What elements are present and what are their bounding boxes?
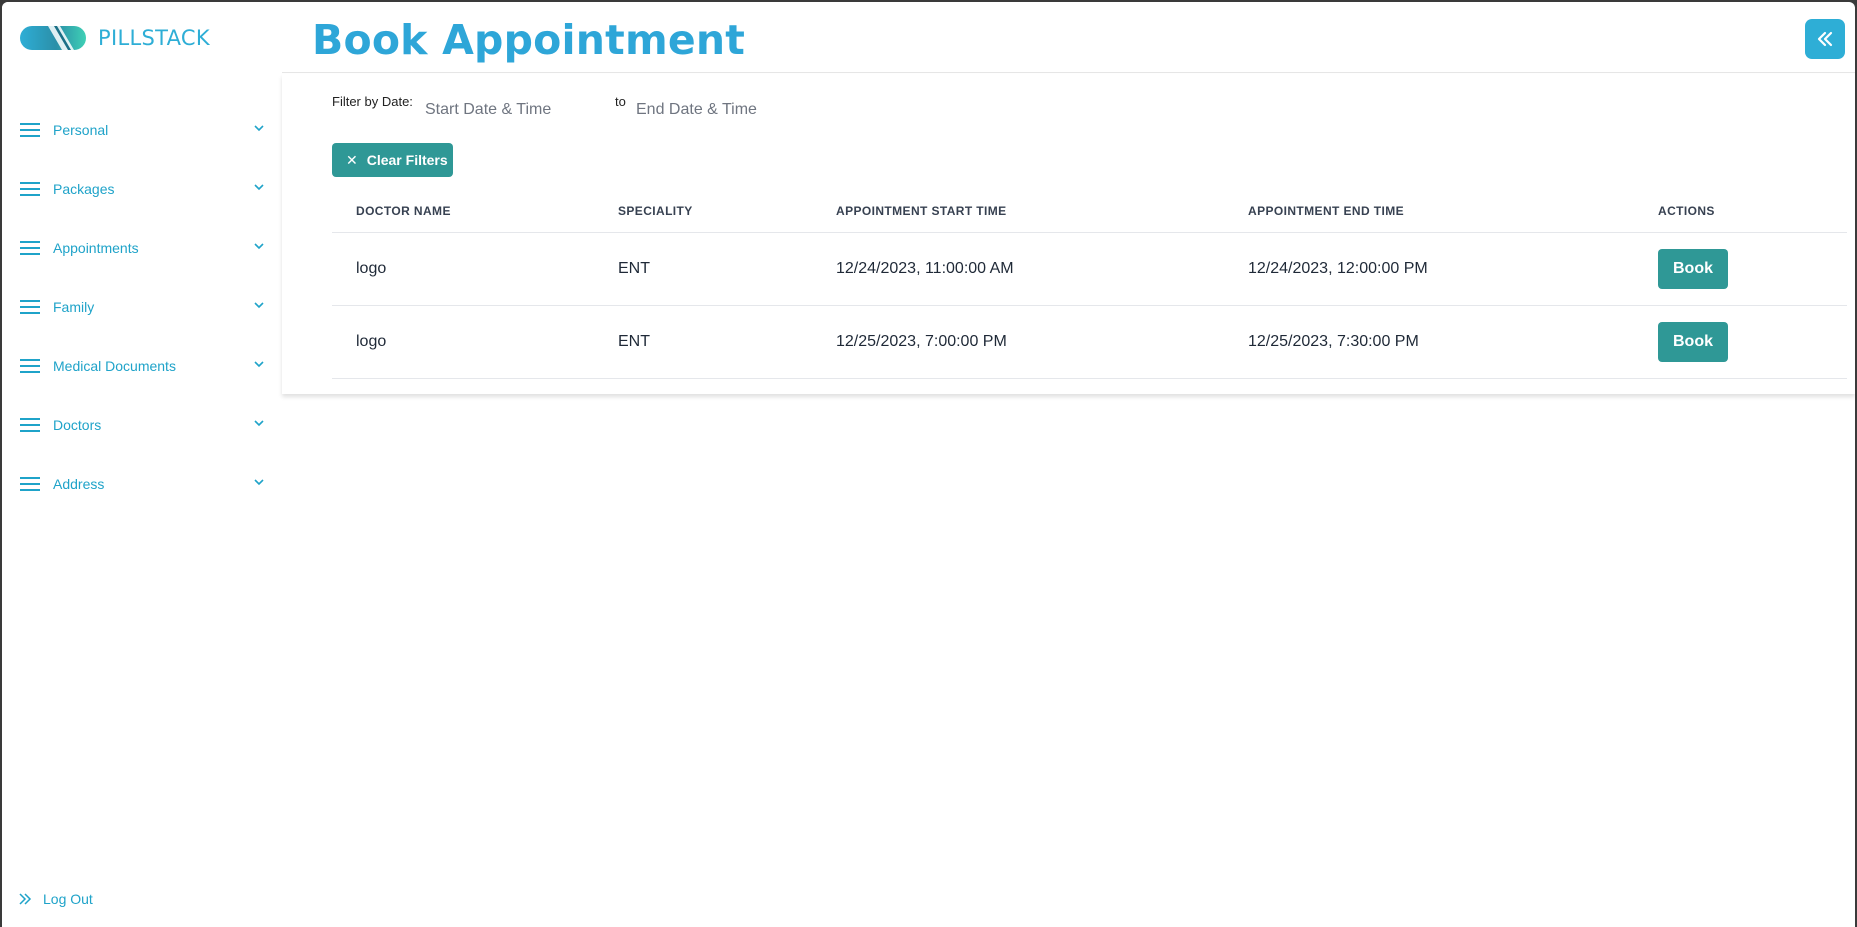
brand-name: PILLSTACK [98, 26, 210, 50]
page-header: Book Appointment [282, 2, 1855, 73]
to-label: to [615, 94, 626, 109]
hamburger-icon [20, 358, 40, 373]
page-title: Book Appointment [312, 16, 746, 64]
sidebar-item-label: Address [53, 475, 105, 492]
hamburger-icon [20, 240, 40, 255]
actions-cell: Book [1634, 232, 1847, 306]
chevron-down-icon [254, 420, 264, 427]
pill-logo-icon [20, 26, 86, 50]
chevron-down-icon [254, 302, 264, 309]
collapse-sidebar-button[interactable] [1805, 19, 1845, 59]
clear-filters-button[interactable]: ✕ Clear Filters [332, 143, 453, 177]
filter-label: Filter by Date: [332, 94, 413, 109]
clear-filters-label: Clear Filters [366, 152, 448, 168]
hamburger-icon [20, 181, 40, 196]
speciality-cell: ENT [594, 305, 812, 379]
doctor-name-cell: logo [332, 305, 594, 379]
end-date-input[interactable] [636, 98, 816, 122]
table-row: logo ENT 12/25/2023, 7:00:00 PM 12/25/20… [332, 305, 1847, 379]
sidebar-item-address[interactable]: Address [2, 454, 282, 513]
chevron-down-icon [254, 243, 264, 250]
main-content: Book Appointment Filter by Date: to ✕ Cl… [282, 2, 1855, 927]
sidebar-menu: Personal Packages Appointments Family Me [2, 100, 282, 513]
chevron-down-icon [254, 184, 264, 191]
hamburger-icon [20, 476, 40, 491]
book-button[interactable]: Book [1658, 321, 1728, 362]
sidebar-item-doctors[interactable]: Doctors [2, 395, 282, 454]
chevron-down-icon [254, 479, 264, 486]
end-time-cell: 12/24/2023, 12:00:00 PM [1224, 232, 1634, 306]
close-icon: ✕ [346, 151, 358, 168]
speciality-cell: ENT [594, 232, 812, 306]
column-header-end-time: APPOINTMENT END TIME [1224, 190, 1634, 233]
logout-button[interactable]: Log Out [18, 891, 93, 907]
sidebar-item-label: Family [53, 298, 95, 315]
sidebar-item-label: Packages [53, 180, 115, 197]
chevron-down-icon [254, 125, 264, 132]
sidebar-item-appointments[interactable]: Appointments [2, 218, 282, 277]
appointments-table: DOCTOR NAME SPECIALITY APPOINTMENT START… [332, 190, 1847, 379]
sidebar-item-label: Personal [53, 121, 109, 138]
start-time-cell: 12/25/2023, 7:00:00 PM [812, 305, 1224, 379]
hamburger-icon [20, 122, 40, 137]
actions-cell: Book [1634, 305, 1847, 379]
logout-label: Log Out [43, 891, 93, 907]
sidebar: PILLSTACK Personal Packages Appointments… [2, 2, 282, 927]
sidebar-item-medical-documents[interactable]: Medical Documents [2, 336, 282, 395]
appointments-card: Filter by Date: to ✕ Clear Filters DOCTO… [282, 74, 1855, 394]
double-chevron-left-icon [1817, 31, 1833, 47]
chevron-down-icon [254, 361, 264, 368]
hamburger-icon [20, 417, 40, 432]
end-time-cell: 12/25/2023, 7:30:00 PM [1224, 305, 1634, 379]
column-header-actions: ACTIONS [1634, 190, 1847, 233]
sidebar-item-label: Medical Documents [53, 357, 176, 374]
double-chevron-right-icon [19, 893, 32, 905]
sidebar-item-label: Doctors [53, 416, 102, 433]
column-header-start-time: APPOINTMENT START TIME [812, 190, 1224, 233]
table-row: logo ENT 12/24/2023, 11:00:00 AM 12/24/2… [332, 232, 1847, 306]
brand[interactable]: PILLSTACK [20, 24, 210, 52]
sidebar-item-personal[interactable]: Personal [2, 100, 282, 159]
hamburger-icon [20, 299, 40, 314]
column-header-doctor-name: DOCTOR NAME [332, 190, 594, 233]
table-header-row: DOCTOR NAME SPECIALITY APPOINTMENT START… [332, 190, 1847, 233]
book-button[interactable]: Book [1658, 248, 1728, 289]
app-window: PILLSTACK Personal Packages Appointments… [2, 2, 1855, 927]
sidebar-item-label: Appointments [53, 239, 139, 256]
sidebar-item-packages[interactable]: Packages [2, 159, 282, 218]
sidebar-item-family[interactable]: Family [2, 277, 282, 336]
doctor-name-cell: logo [332, 232, 594, 306]
start-time-cell: 12/24/2023, 11:00:00 AM [812, 232, 1224, 306]
start-date-input[interactable] [425, 98, 595, 122]
column-header-speciality: SPECIALITY [594, 190, 812, 233]
